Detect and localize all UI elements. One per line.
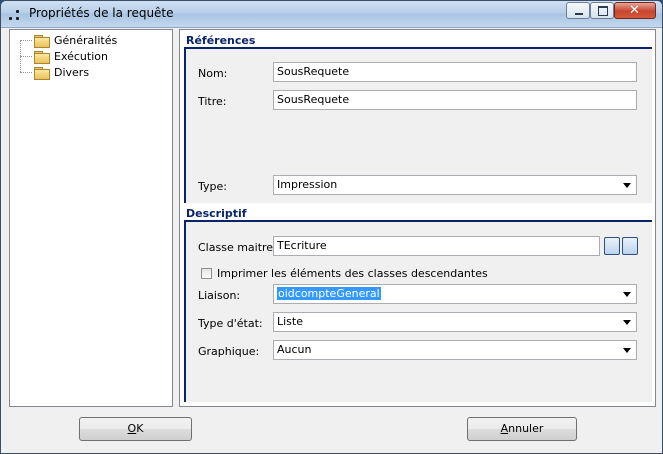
graphique-select-value: Aucun (277, 343, 312, 356)
imprimer-checkbox[interactable] (201, 268, 212, 279)
liaison-select[interactable]: oidcompteGeneral (273, 284, 637, 304)
tree-item-label: Généralités (54, 34, 118, 47)
tree-item-label: Exécution (54, 50, 108, 63)
references-section: Nom: SousRequete Titre: SousRequete Type… (184, 49, 652, 203)
ok-label: K (136, 422, 144, 435)
maximize-button[interactable] (590, 2, 614, 19)
browse-icon[interactable] (622, 237, 638, 255)
tree-item-divers[interactable]: Divers (20, 65, 89, 80)
folder-icon (34, 50, 50, 64)
graphique-label: Graphique: (198, 345, 260, 358)
titre-label: Titre: (198, 95, 227, 108)
classe-maitre-label: Classe maitre: (198, 241, 277, 254)
type-select-value: Impression (277, 178, 338, 191)
category-tree: Généralités Exécution Divers (9, 29, 173, 407)
nom-label: Nom: (198, 67, 228, 80)
ok-mnemonic: O (127, 422, 137, 435)
liaison-select-value: oidcompteGeneral (277, 287, 381, 300)
chevron-down-icon (623, 292, 631, 297)
window-title: Propriétés de la requête (29, 6, 174, 20)
annuler-mnemonic: A (500, 422, 509, 435)
tree-item-generalites[interactable]: Généralités (20, 33, 117, 48)
app-icon (8, 8, 22, 22)
type-etat-select-value: Liste (277, 315, 303, 328)
ok-button[interactable]: OK (79, 417, 192, 441)
nom-field[interactable]: SousRequete (273, 62, 637, 82)
chevron-down-icon (623, 348, 631, 353)
annuler-button[interactable]: Annuler (467, 417, 577, 441)
maximize-icon (598, 6, 608, 16)
close-icon: ✕ (629, 3, 640, 18)
imprimer-checkbox-label[interactable]: Imprimer les éléments des classes descen… (217, 267, 488, 280)
dialog-window: Propriétés de la requête ✕ Généralités E… (0, 0, 663, 454)
type-label: Type: (198, 180, 227, 193)
titre-field[interactable]: SousRequete (273, 90, 637, 110)
liaison-label: Liaison: (198, 289, 241, 302)
title-bar[interactable]: Propriétés de la requête ✕ (1, 1, 662, 28)
type-etat-label: Type d'état: (198, 317, 263, 330)
folder-icon (34, 34, 50, 48)
minimize-button[interactable] (566, 2, 590, 19)
minimize-icon (575, 13, 583, 15)
classe-maitre-field[interactable]: TEcriture (273, 236, 600, 256)
tree-item-label: Divers (54, 66, 90, 79)
descriptif-section: Classe maitre: TEcriture Imprimer les él… (184, 222, 652, 402)
graphique-select[interactable]: Aucun (273, 340, 637, 360)
close-button[interactable]: ✕ (614, 2, 656, 19)
folder-icon (34, 66, 50, 80)
tree-item-execution[interactable]: Exécution (20, 49, 108, 64)
type-select[interactable]: Impression (273, 175, 637, 195)
annuler-label: nnuler (508, 422, 544, 435)
properties-panel: Références Nom: SousRequete Titre: SousR… (179, 29, 656, 407)
window-icon[interactable] (604, 237, 620, 255)
references-section-title: Références (186, 34, 256, 47)
chevron-down-icon (623, 320, 631, 325)
type-etat-select[interactable]: Liste (273, 312, 637, 332)
chevron-down-icon (623, 183, 631, 188)
descriptif-section-title: Descriptif (186, 207, 247, 220)
